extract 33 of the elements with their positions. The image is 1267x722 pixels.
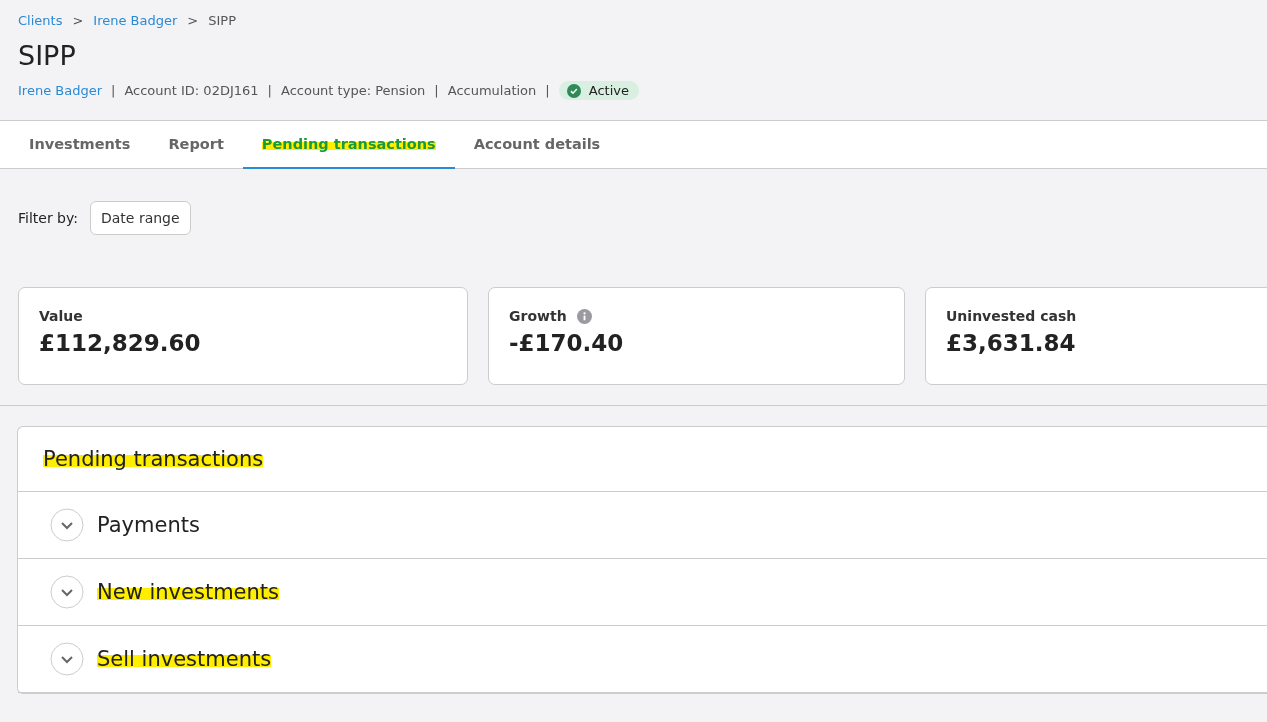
page-title: SIPP: [18, 40, 77, 71]
breadcrumb-link[interactable]: Clients: [18, 13, 63, 28]
status-label: Active: [588, 83, 629, 98]
stat-label: Value: [39, 308, 83, 324]
tab[interactable]: Account details: [454, 121, 620, 169]
tab[interactable]: Investments: [10, 121, 150, 169]
date-range-button[interactable]: Date range: [90, 201, 191, 235]
breadcrumb-current: SIPP: [208, 13, 236, 28]
stat-value: -£170.40: [509, 330, 625, 356]
filter-label: Filter by:: [18, 210, 78, 226]
account-meta: Account ID: 02DJ161: [124, 83, 259, 98]
tab[interactable]: Report: [149, 121, 243, 169]
stat-value: £3,631.84: [946, 330, 1077, 356]
account-meta: Account type: Pension: [280, 83, 426, 98]
stat-label: Uninvested cash: [946, 308, 1077, 324]
accordion-row[interactable]: Payments: [18, 492, 1267, 559]
breadcrumb-link[interactable]: Irene Badger: [93, 13, 178, 28]
check-circle-icon: [566, 83, 581, 98]
breadcrumb-separator: >: [72, 13, 84, 28]
meta-separator: |: [434, 83, 439, 98]
meta-separator: |: [111, 83, 116, 98]
account-meta: Accumulation: [447, 83, 537, 98]
chevron-icon[interactable]: [50, 575, 84, 609]
stat-label: Growth: [509, 308, 567, 324]
chevron-icon[interactable]: [50, 508, 84, 542]
meta-separator: |: [267, 83, 272, 98]
section-label: Payments: [97, 513, 200, 537]
info-icon[interactable]: [576, 308, 592, 324]
breadcrumb-separator: >: [187, 13, 199, 28]
meta-separator: |: [545, 83, 550, 98]
chevron-icon[interactable]: [50, 642, 84, 676]
client-link[interactable]: Irene Badger: [18, 83, 102, 98]
stat-value: £112,829.60: [39, 330, 202, 356]
